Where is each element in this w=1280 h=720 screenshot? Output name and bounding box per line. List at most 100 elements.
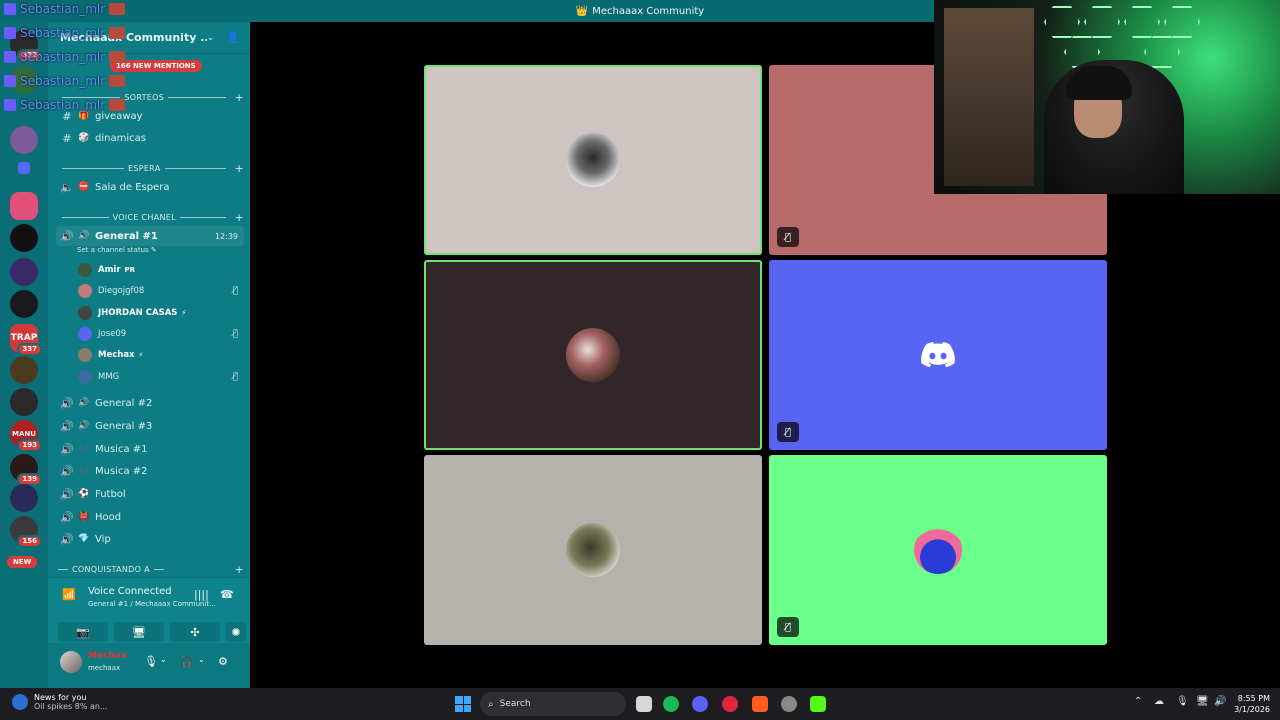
badge-count: 193 [17,439,42,452]
emote-icon [109,99,126,111]
voice-member[interactable]: Mechax ⚡ [78,346,244,364]
folder-icon[interactable] [18,162,30,174]
clock-time: 8:55 PM [1237,694,1270,703]
pencil-icon: ✎ [150,246,157,254]
channel-status-hint[interactable]: Set a channel status ✎ [77,246,157,254]
channel-label: Musica #1 [95,443,148,455]
streamer-hair [1066,66,1132,100]
participant-tile[interactable] [424,260,762,450]
microphone-icon[interactable]: 🎙 [144,655,158,668]
activities-button[interactable]: ✣ [170,622,220,642]
server-icon[interactable] [10,290,38,318]
headphones-icon[interactable]: 🎧 [180,655,194,668]
channel-general-3[interactable]: 🔊 🔊 General #3 [56,416,244,436]
search-box[interactable]: ⌕ Search [480,692,626,716]
badge-icon [4,27,16,39]
signal-icon[interactable]: 📶 [62,588,76,601]
category-conquistando[interactable]: CONQUISTANDO A + [58,562,244,576]
soundboard-button[interactable]: ✺ [226,622,246,642]
gear-icon[interactable]: ⚙ [218,655,228,668]
category-espera[interactable]: ESPERA + [58,161,244,175]
mic-muted-icon: 🎙̸ [777,227,799,247]
news-headline: Oil spikes 8% an... [34,702,108,711]
microphone-icon[interactable]: 🎙 [1176,696,1189,707]
system-clock[interactable]: 8:55 PM 3/1/2026 [1230,693,1270,715]
channel-sala-de-espera[interactable]: 🔈 ⛔ Sala de Espera [56,177,244,197]
task-view-icon[interactable] [636,696,652,712]
avatar [78,326,92,341]
channel-futbol[interactable]: 🔊 ⚽ Futbol [56,484,244,504]
kick-icon[interactable] [810,696,826,712]
participant-tile[interactable] [424,455,762,645]
screenshare-button[interactable]: 🖥 [114,622,164,642]
voice-member[interactable]: Diegojgf08 🎙̸ [78,282,244,300]
disconnect-icon[interactable]: ☎ [220,588,234,601]
search-icon: ⌕ [488,698,494,710]
server-icon[interactable] [10,484,38,512]
plus-icon[interactable]: + [234,563,244,576]
server-icon[interactable] [10,258,38,286]
channel-musica-2[interactable]: 🔊 🎶 Musica #2 [56,461,244,481]
user-display-name[interactable]: Mechax [88,651,127,661]
participant-avatar [566,523,620,577]
channel-hood[interactable]: 🔊 👹 Hood [56,507,244,527]
channel-general-1[interactable]: 🔊 🔊 General #1 12:39 [56,226,244,246]
participant-tile[interactable]: 🎙̸ [769,455,1107,645]
news-widget[interactable]: News for you Oil spikes 8% an... [12,693,108,711]
chrome-icon[interactable] [781,696,797,712]
chevron-down-icon[interactable]: ⌄ [160,655,167,664]
hex-light [1164,6,1200,38]
badge-icon [4,3,16,15]
category-voice[interactable]: VOICE CHANEL + [58,210,244,224]
server-icon[interactable]: 139 [10,454,42,486]
server-icon[interactable] [10,388,38,416]
spotify-icon[interactable] [663,696,679,712]
plus-icon[interactable]: + [234,91,244,104]
server-icon[interactable] [10,126,38,154]
channel-musica-1[interactable]: 🔊 🎶 Musica #1 [56,439,244,459]
new-badge[interactable]: NEW [7,556,38,568]
voice-member[interactable]: Amir PR [78,261,244,279]
camera-button[interactable]: 📷 [58,622,108,642]
volume-icon[interactable]: 🔊 [1214,696,1226,707]
channel-label: giveaway [95,110,143,122]
cloud-icon[interactable]: ☁ [1154,696,1164,707]
brave-icon[interactable] [752,696,768,712]
member-name: Mechax [98,350,135,361]
divider [62,167,124,169]
voice-member[interactable]: Jose09 🎙̸ [78,325,244,343]
server-icon[interactable]: MANU 193 [10,420,42,452]
server-icon[interactable]: 156 [10,516,42,548]
participant-tile[interactable]: 🎙̸ [769,260,1107,450]
server-icon[interactable] [10,192,38,220]
opera-gx-icon[interactable] [722,696,738,712]
channel-dinamicas[interactable]: # 🎲 dinamicas [56,128,244,148]
speaker-icon: 🔊 [60,396,74,410]
grid-icon: ✣ [190,625,200,639]
noise-icon[interactable]: |||| [194,588,209,601]
add-user-icon[interactable]: 👤 [226,31,240,44]
plus-icon[interactable]: + [234,162,244,175]
discord-icon[interactable] [692,696,708,712]
taskbar: News for you Oil spikes 8% an... ⌕ Searc… [0,688,1280,720]
plus-icon[interactable]: + [234,211,244,224]
server-icon[interactable] [10,356,38,384]
chevron-up-icon[interactable]: ⌃ [1134,696,1142,707]
badge-count: 337 [17,343,42,356]
badge-icon [4,75,16,87]
server-icon[interactable] [10,224,38,252]
overlay-chat-name: Sebastian_mlr [4,50,126,64]
channel-general-2[interactable]: 🔊 🔊 General #2 [56,393,244,413]
participant-tile[interactable] [424,65,762,255]
chevron-down-icon[interactable]: ⌄ [198,655,205,664]
voice-location[interactable]: General #1 / Mechaaax Communit... [88,600,216,608]
windows-start-icon[interactable] [455,696,471,712]
server-icon[interactable]: TRAP 337 [10,324,42,356]
channel-vip[interactable]: 🔊 💎 Vip [56,529,244,549]
music-icon: 🎶 [78,444,90,454]
voice-member[interactable]: JHORDAN CASAS ⚡ [78,304,244,322]
network-icon[interactable]: 🖥 [1196,696,1209,707]
voice-member[interactable]: MMG 🎙̸ [78,368,244,386]
voice-status[interactable]: Voice Connected [88,586,172,597]
avatar[interactable] [60,651,82,673]
